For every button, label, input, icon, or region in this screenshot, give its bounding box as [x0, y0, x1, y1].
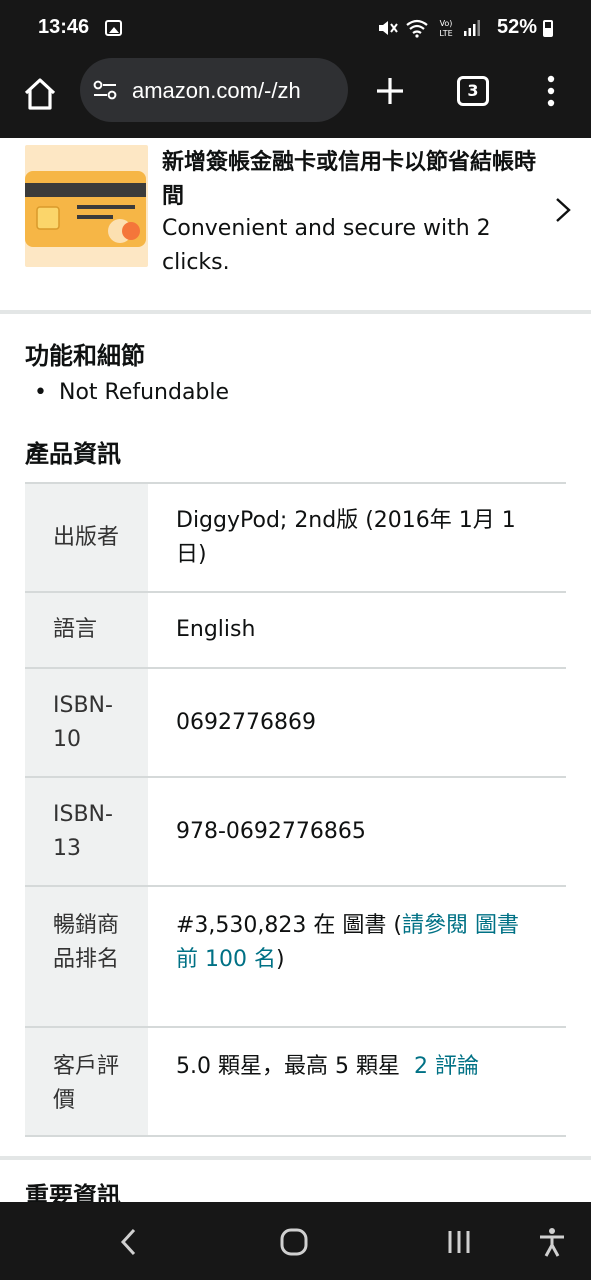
- table-row: 客戶評價 5.0 顆星，最高 5 顆星 2 評論: [25, 1028, 566, 1137]
- table-row: ISBN-10 0692776869: [25, 669, 566, 778]
- row-value: English: [176, 617, 256, 642]
- row-value: 0692776869: [176, 709, 316, 735]
- row-key: ISBN-13: [25, 778, 148, 885]
- gallery-notification-icon: [105, 20, 122, 36]
- product-info-heading: 產品資訊: [25, 440, 121, 468]
- features-heading: 功能和細節: [25, 342, 145, 370]
- status-time: 13:46: [38, 16, 90, 38]
- reviews-link[interactable]: 2 評論: [414, 1054, 479, 1079]
- row-key: 語言: [25, 593, 148, 667]
- home-icon[interactable]: [20, 74, 60, 114]
- recent-apps-icon[interactable]: [443, 1226, 475, 1258]
- page-content: 新增簽帳金融卡或信用卡以節省結帳時間 Convenient and secure…: [0, 138, 591, 1202]
- table-row: 語言 English: [25, 593, 566, 669]
- address-bar[interactable]: amazon.com/-/zh: [80, 58, 348, 122]
- mute-icon: [379, 21, 398, 35]
- site-settings-icon[interactable]: [92, 80, 118, 100]
- row-value: 5.0 顆星，最高 5 顆星 2 評論: [148, 1028, 566, 1135]
- back-icon[interactable]: [114, 1226, 146, 1258]
- row-value: 978-0692776865: [176, 818, 366, 844]
- important-info-heading: 重要資訊: [25, 1182, 121, 1202]
- row-key: ISBN-10: [25, 669, 148, 776]
- accessibility-icon[interactable]: [536, 1226, 568, 1258]
- table-row: 暢銷商品排名 #3,530,823 在 圖書 (請參閱 圖書前 100 名): [25, 887, 566, 1028]
- table-row: 出版者 DiggyPod; 2nd版 (2016年 1月 1日): [25, 484, 566, 593]
- row-value: DiggyPod; 2nd版 (2016年 1月 1日): [176, 507, 516, 567]
- promo-title: 新增簽帳金融卡或信用卡以節省結帳時間: [162, 150, 537, 209]
- browser-toolbar: amazon.com/-/zh 3: [0, 56, 591, 138]
- rank-suffix: ): [275, 947, 285, 972]
- new-tab-icon[interactable]: [373, 74, 407, 108]
- signal-icon: [464, 20, 480, 36]
- rank-prefix: #3,530,823 在 圖書 (: [176, 913, 402, 938]
- row-key: 出版者: [25, 484, 148, 591]
- feature-bullet: Not Refundable: [34, 380, 229, 405]
- product-details-table: 出版者 DiggyPod; 2nd版 (2016年 1月 1日) 語言 Engl…: [25, 482, 566, 1137]
- home-nav-icon[interactable]: [278, 1226, 310, 1258]
- chevron-right-icon[interactable]: [553, 196, 573, 224]
- rating-text: 5.0 顆星，最高 5 顆星: [176, 1054, 400, 1079]
- battery-icon: [543, 20, 553, 37]
- more-menu-icon[interactable]: [540, 74, 562, 108]
- credit-card-icon: [25, 145, 148, 267]
- section-divider: [0, 1156, 591, 1160]
- section-divider: [0, 310, 591, 314]
- rank-text: #3,530,823 在 圖書 (請參閱 圖書前 100 名): [176, 909, 532, 977]
- volte-icon: Vo) LTE: [439, 19, 453, 38]
- row-key: 暢銷商品排名: [25, 887, 148, 1026]
- status-bar: 13:46 Vo) LTE 52%: [0, 0, 591, 56]
- svg-text:Vo): Vo): [440, 19, 453, 28]
- row-key: 客戶評價: [25, 1028, 148, 1135]
- wifi-icon: [406, 19, 428, 38]
- add-card-promo[interactable]: 新增簽帳金融卡或信用卡以節省結帳時間 Convenient and secure…: [0, 138, 591, 310]
- svg-text:LTE: LTE: [439, 29, 452, 38]
- promo-subtitle: Convenient and secure with 2 clicks.: [162, 216, 491, 275]
- tab-switcher-button[interactable]: 3: [457, 76, 489, 106]
- battery-percentage: 52%: [496, 16, 537, 38]
- system-nav-bar: [0, 1202, 591, 1280]
- table-row: ISBN-13 978-0692776865: [25, 778, 566, 887]
- row-value: #3,530,823 在 圖書 (請參閱 圖書前 100 名): [148, 887, 566, 1026]
- url-text[interactable]: amazon.com/-/zh: [132, 78, 338, 104]
